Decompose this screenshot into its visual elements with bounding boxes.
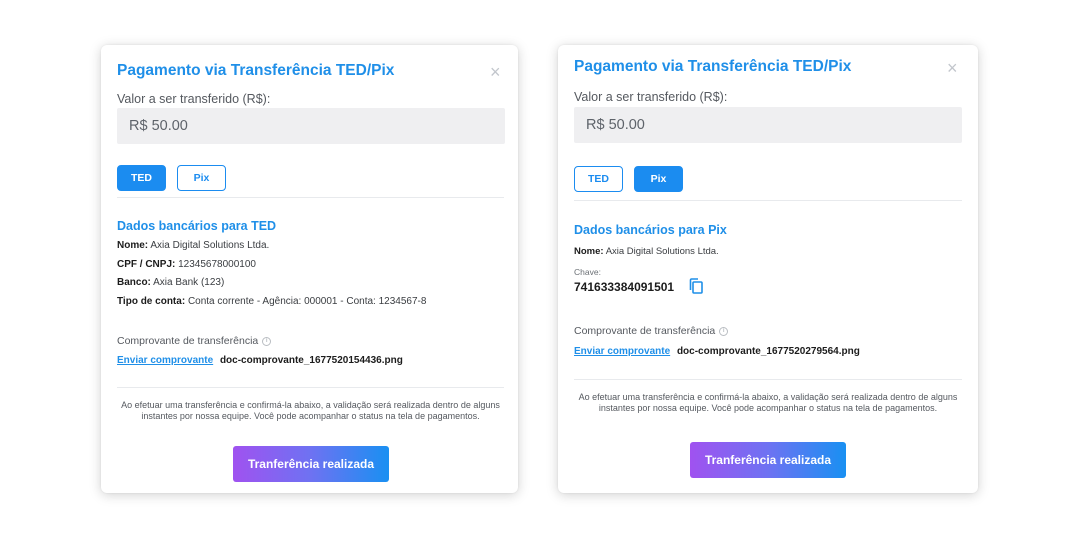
section-title: Dados bancários para TED <box>117 219 277 233</box>
receipt-label-text: Comprovante de transferência <box>117 335 259 347</box>
modal-title: Pagamento via Transferência TED/Pix <box>117 62 395 79</box>
field-label: Tipo de conta: <box>117 296 186 307</box>
receipt-row: Enviar comprovante doc-comprovante_16775… <box>574 346 860 357</box>
field-value: Axia Bank (123) <box>153 277 225 288</box>
close-icon[interactable]: × <box>490 63 501 81</box>
tab-pix[interactable]: Pix <box>634 166 683 192</box>
amount-input[interactable] <box>117 108 505 144</box>
field-cpf-cnpj: CPF / CNPJ: 12345678000100 <box>117 259 256 270</box>
receipt-label-text: Comprovante de transferência <box>574 325 716 337</box>
divider <box>574 200 962 201</box>
field-value: 12345678000100 <box>178 259 256 270</box>
field-label: CPF / CNPJ: <box>117 259 176 270</box>
info-icon: i <box>262 336 272 346</box>
receipt-label: Comprovante de transferência i <box>117 335 272 347</box>
field-name: Nome: Axia Digital Solutions Ltda. <box>117 240 269 251</box>
close-icon[interactable]: × <box>947 59 958 77</box>
field-value: Axia Digital Solutions Ltda. <box>150 240 270 251</box>
field-value: Conta corrente - Agência: 000001 - Conta… <box>187 296 427 307</box>
field-label: Banco: <box>117 277 151 288</box>
field-value: Axia Digital Solutions Ltda. <box>605 246 719 257</box>
receipt-filename: doc-comprovante_1677520154436.png <box>219 355 403 366</box>
divider <box>117 197 504 198</box>
field-bank: Banco: Axia Bank (123) <box>117 277 224 288</box>
info-icon: i <box>719 326 729 336</box>
upload-receipt-link[interactable]: Enviar comprovante <box>574 346 670 357</box>
section-title: Dados bancários para Pix <box>574 223 727 237</box>
tab-pix[interactable]: Pix <box>177 165 226 191</box>
modal-title: Pagamento via Transferência TED/Pix <box>574 58 852 75</box>
tab-ted[interactable]: TED <box>117 165 166 191</box>
pix-key-label: Chave: <box>574 267 601 277</box>
field-label: Nome: <box>117 240 149 251</box>
receipt-filename: doc-comprovante_1677520279564.png <box>676 346 860 357</box>
pix-key-value: 741633384091501 <box>574 280 675 294</box>
copy-icon[interactable] <box>689 278 703 294</box>
receipt-row: Enviar comprovante doc-comprovante_16775… <box>117 355 403 366</box>
field-account-type: Tipo de conta: Conta corrente - Agência:… <box>117 296 426 307</box>
divider <box>574 379 962 380</box>
field-label: Nome: <box>574 246 604 257</box>
validation-notice: Ao efetuar uma transferência e confirmá-… <box>121 400 500 421</box>
validation-notice: Ao efetuar uma transferência e confirmá-… <box>578 392 958 413</box>
upload-receipt-link[interactable]: Enviar comprovante <box>117 355 213 366</box>
payment-modal-pix: Pagamento via Transferência TED/Pix × Va… <box>558 45 978 493</box>
field-name: Nome: Axia Digital Solutions Ltda. <box>574 246 719 257</box>
amount-input[interactable] <box>574 107 962 143</box>
amount-label: Valor a ser transferido (R$): <box>574 90 728 104</box>
amount-label: Valor a ser transferido (R$): <box>117 92 271 106</box>
receipt-label: Comprovante de transferência i <box>574 325 729 337</box>
divider <box>117 387 504 388</box>
tab-ted[interactable]: TED <box>574 166 623 192</box>
transfer-done-button[interactable]: Tranferência realizada <box>233 446 389 482</box>
payment-modal-ted: Pagamento via Transferência TED/Pix × Va… <box>101 45 518 493</box>
transfer-done-button[interactable]: Tranferência realizada <box>690 442 846 478</box>
